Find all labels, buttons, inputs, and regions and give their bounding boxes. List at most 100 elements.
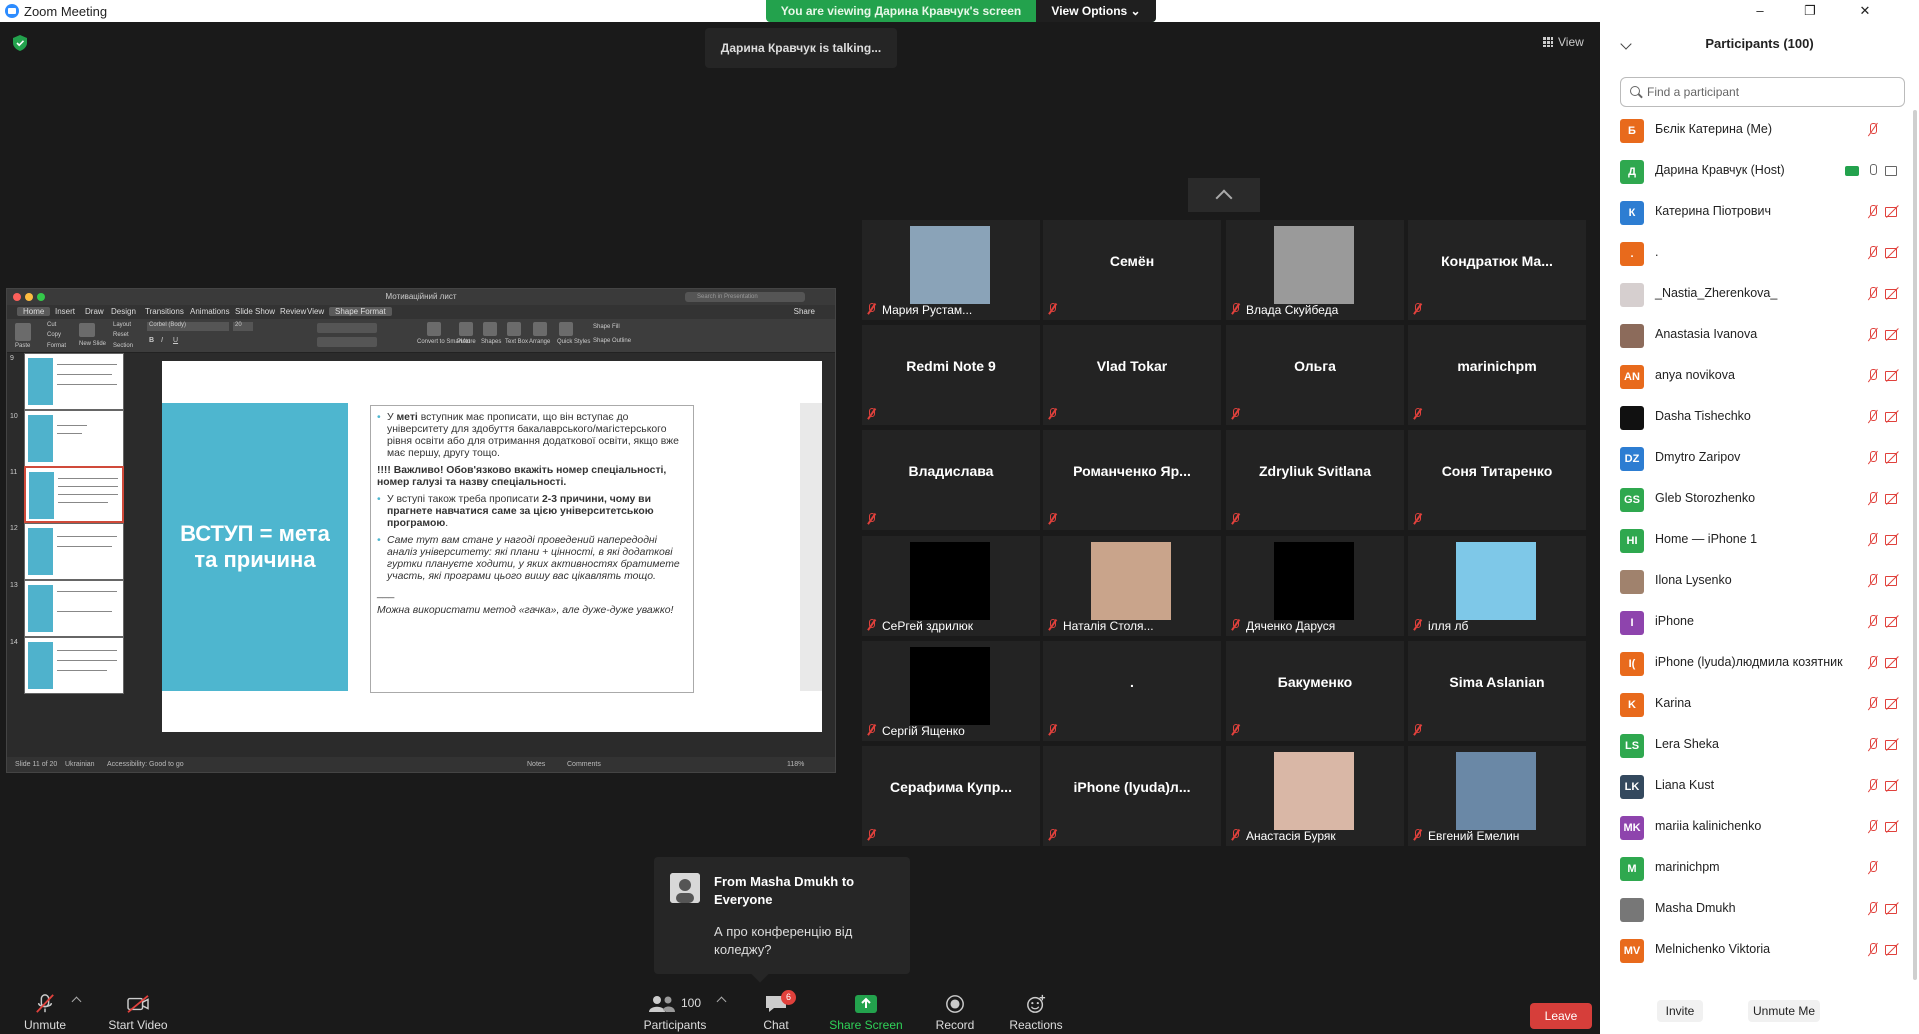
- participant-row[interactable]: Dasha Tishechko: [1600, 397, 1919, 438]
- participant-row[interactable]: К Катерина Піотрович: [1600, 192, 1919, 233]
- participants-caret-icon[interactable]: [716, 996, 727, 1007]
- participant-name: Бєлік Катерина (Me): [1655, 122, 1773, 136]
- start-video-button[interactable]: Start Video: [108, 994, 168, 1032]
- view-options-button[interactable]: View Options ⌄: [1036, 0, 1156, 22]
- video-tile[interactable]: marinichpm: [1408, 325, 1586, 425]
- video-tile[interactable]: .: [1043, 641, 1221, 741]
- participant-row[interactable]: Masha Dmukh: [1600, 889, 1919, 930]
- video-tile[interactable]: Семён: [1043, 220, 1221, 320]
- font-size-select: 20: [233, 322, 253, 331]
- gallery-scroll-up-button[interactable]: [1188, 178, 1260, 212]
- tile-name-center: Кондратюк Ма...: [1441, 253, 1553, 269]
- encryption-shield-icon[interactable]: [13, 35, 27, 51]
- ppt-tab: Animations: [190, 307, 230, 316]
- tile-mic-status: [866, 408, 876, 422]
- participant-row[interactable]: _Nastia_Zherenkova_: [1600, 274, 1919, 315]
- video-tile[interactable]: Мария Рустам...: [862, 220, 1040, 320]
- ribbon-label: New Slide: [79, 341, 107, 347]
- participant-name: Liana Kust: [1655, 778, 1715, 792]
- participant-avatar: HI: [1620, 529, 1644, 553]
- participant-avatar: I: [1620, 611, 1644, 635]
- participant-name: Gleb Storozhenko: [1655, 491, 1756, 505]
- unmute-button[interactable]: Unmute: [22, 994, 68, 1032]
- participant-row[interactable]: GS Gleb Storozhenko: [1600, 479, 1919, 520]
- slide-thumbnail: [24, 523, 124, 580]
- muted-mic-icon: [866, 408, 876, 419]
- video-tile[interactable]: Бакуменко: [1226, 641, 1404, 741]
- audio-options-caret-icon[interactable]: [71, 996, 82, 1007]
- participant-row[interactable]: LK Liana Kust: [1600, 766, 1919, 807]
- chat-button[interactable]: 6 Chat: [756, 990, 796, 1032]
- video-tile[interactable]: Влада Скуйбеда: [1226, 220, 1404, 320]
- participant-row[interactable]: Mmarinichpm: [1600, 848, 1919, 889]
- participant-row[interactable]: Б Бєлік Катерина (Me): [1600, 110, 1919, 151]
- participant-name: Karina: [1655, 696, 1692, 710]
- participant-row[interactable]: Anastasia Ivanova: [1600, 315, 1919, 356]
- video-tile[interactable]: Серафима Купр...: [862, 746, 1040, 846]
- participant-row[interactable]: LS Lera Sheka: [1600, 725, 1919, 766]
- participant-row[interactable]: DZ Dmytro Zaripov: [1600, 438, 1919, 479]
- muted-mic-icon: [866, 513, 876, 524]
- video-tile[interactable]: СеРгей здрилюк: [862, 536, 1040, 636]
- video-tile[interactable]: Романченко Яр...: [1043, 430, 1221, 530]
- find-participant-input[interactable]: Find a participant: [1620, 77, 1905, 107]
- participant-row[interactable]: AN anya novikova: [1600, 356, 1919, 397]
- video-tile[interactable]: Redmi Note 9: [862, 325, 1040, 425]
- video-tile[interactable]: ілля лб: [1408, 536, 1586, 636]
- video-tile[interactable]: Анастасія Буряк: [1226, 746, 1404, 846]
- minimize-button[interactable]: –: [1740, 1, 1780, 21]
- participant-video: [910, 542, 990, 620]
- participant-name: Lera Sheka: [1655, 737, 1719, 751]
- participant-row[interactable]: I(iPhone (lyuda)людмила козятник: [1600, 643, 1919, 684]
- participant-row[interactable]: HI Home — iPhone 1: [1600, 520, 1919, 561]
- participant-video: [1274, 752, 1354, 830]
- video-tile[interactable]: Сергій Ященко: [862, 641, 1040, 741]
- ribbon-label: Quick Styles: [557, 339, 591, 345]
- chat-label: Chat: [763, 1018, 789, 1032]
- mac-close-icon: [13, 293, 21, 301]
- participant-video: [910, 647, 990, 725]
- tile-mic-status: [1230, 513, 1240, 527]
- video-tile[interactable]: Владислава: [862, 430, 1040, 530]
- close-button[interactable]: ✕: [1845, 1, 1885, 21]
- participant-row[interactable]: Ilona Lysenko: [1600, 561, 1919, 602]
- video-tile[interactable]: Zdryliuk Svitlana: [1226, 430, 1404, 530]
- participant-row[interactable]: ..: [1600, 233, 1919, 274]
- slide-thumbnail: [24, 410, 124, 467]
- video-tile[interactable]: Евгений Емелин: [1408, 746, 1586, 846]
- video-tile[interactable]: Дяченко Даруся: [1226, 536, 1404, 636]
- record-button[interactable]: Record: [930, 994, 980, 1032]
- maximize-button[interactable]: ❐: [1790, 1, 1830, 21]
- tile-mic-status: [1047, 303, 1057, 317]
- invite-button[interactable]: Invite: [1657, 1000, 1703, 1022]
- participant-row[interactable]: K Karina: [1600, 684, 1919, 725]
- participant-row[interactable]: IiPhone: [1600, 602, 1919, 643]
- unmute-me-button[interactable]: Unmute Me: [1748, 1000, 1820, 1022]
- video-tile[interactable]: Соня Титаренко: [1408, 430, 1586, 530]
- leave-button[interactable]: Leave: [1530, 1003, 1592, 1029]
- thumb-number: 13: [10, 582, 18, 589]
- participant-row[interactable]: MK mariia kalinichenko: [1600, 807, 1919, 848]
- share-screen-button[interactable]: Share Screen: [826, 994, 906, 1032]
- ribbon-label: Format: [47, 343, 67, 349]
- participant-row[interactable]: MV Melnichenko Viktoria: [1600, 930, 1919, 971]
- participant-status-icons: [1859, 861, 1899, 879]
- participants-button[interactable]: 100 Participants: [640, 994, 710, 1032]
- reactions-button[interactable]: Reactions: [1006, 994, 1066, 1032]
- muted-mic-icon: [1047, 724, 1057, 735]
- participants-label: Participants: [643, 1018, 707, 1032]
- muted-mic-icon: [866, 619, 876, 630]
- view-layout-button[interactable]: View: [1543, 32, 1597, 52]
- muted-mic-icon: [1230, 724, 1240, 735]
- chat-notification[interactable]: From Masha Dmukh to Everyone А про конфе…: [654, 857, 910, 983]
- participant-avatar: Д: [1620, 160, 1644, 184]
- video-tile[interactable]: Наталія Столя...: [1043, 536, 1221, 636]
- video-tile[interactable]: Sima Aslanian: [1408, 641, 1586, 741]
- video-tile[interactable]: iPhone (lyuda)л...: [1043, 746, 1221, 846]
- participant-row[interactable]: Д Дарина Кравчук (Host): [1600, 151, 1919, 192]
- video-tile[interactable]: Ольга: [1226, 325, 1404, 425]
- participants-scrollbar[interactable]: [1913, 110, 1917, 980]
- ribbon-label: Cut: [47, 322, 57, 328]
- video-tile[interactable]: Кондратюк Ма...: [1408, 220, 1586, 320]
- video-tile[interactable]: Vlad Tokar: [1043, 325, 1221, 425]
